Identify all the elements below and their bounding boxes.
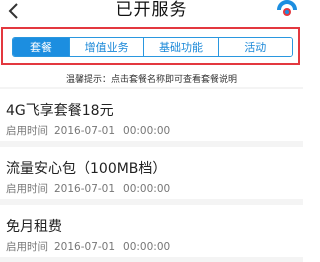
item-name[interactable]: 流量安心包（100MB档） [6, 158, 166, 178]
header-bar: 已开服务 [0, 0, 303, 28]
service-logo-button[interactable] [277, 0, 297, 18]
tab-package[interactable]: 套餐 [13, 38, 69, 56]
list-item[interactable]: 免月租费 启用时间 2016-07-01 00:00:00 [0, 205, 303, 257]
item-clock: 00:00:00 [123, 125, 171, 137]
item-date: 2016-07-01 [54, 183, 116, 195]
tab-value-added[interactable]: 增值业务 [69, 38, 144, 56]
item-time-label: 启用时间 [6, 183, 48, 195]
list-item[interactable]: 4G飞享套餐18元 启用时间 2016-07-01 00:00:00 [0, 89, 303, 141]
item-clock: 00:00:00 [123, 241, 171, 253]
tab-bar: 套餐 增值业务 基础功能 活动 [12, 37, 293, 57]
tab-activities[interactable]: 活动 [217, 38, 292, 56]
item-start-time: 启用时间 2016-07-01 00:00:00 [6, 239, 170, 254]
list-item[interactable]: 流量安心包（100MB档） 启用时间 2016-07-01 00:00:00 [0, 147, 303, 199]
tip-text: 温馨提示：点击套餐名称即可查看套餐说明 [65, 75, 237, 85]
item-time-label: 启用时间 [6, 241, 48, 253]
service-logo-icon [277, 0, 297, 16]
page-title: 已开服务 [115, 0, 188, 20]
item-name[interactable]: 4G飞享套餐18元 [6, 100, 114, 120]
tabs-highlight-frame: 套餐 增值业务 基础功能 活动 [1, 27, 300, 65]
item-name[interactable]: 免月租费 [6, 216, 62, 236]
item-start-time: 启用时间 2016-07-01 00:00:00 [6, 123, 170, 138]
item-date: 2016-07-01 [54, 241, 116, 253]
item-date: 2016-07-01 [54, 125, 116, 137]
item-start-time: 启用时间 2016-07-01 00:00:00 [6, 181, 170, 196]
tab-basic-functions[interactable]: 基础功能 [143, 38, 218, 56]
item-clock: 00:00:00 [123, 183, 171, 195]
item-time-label: 启用时间 [6, 125, 48, 137]
